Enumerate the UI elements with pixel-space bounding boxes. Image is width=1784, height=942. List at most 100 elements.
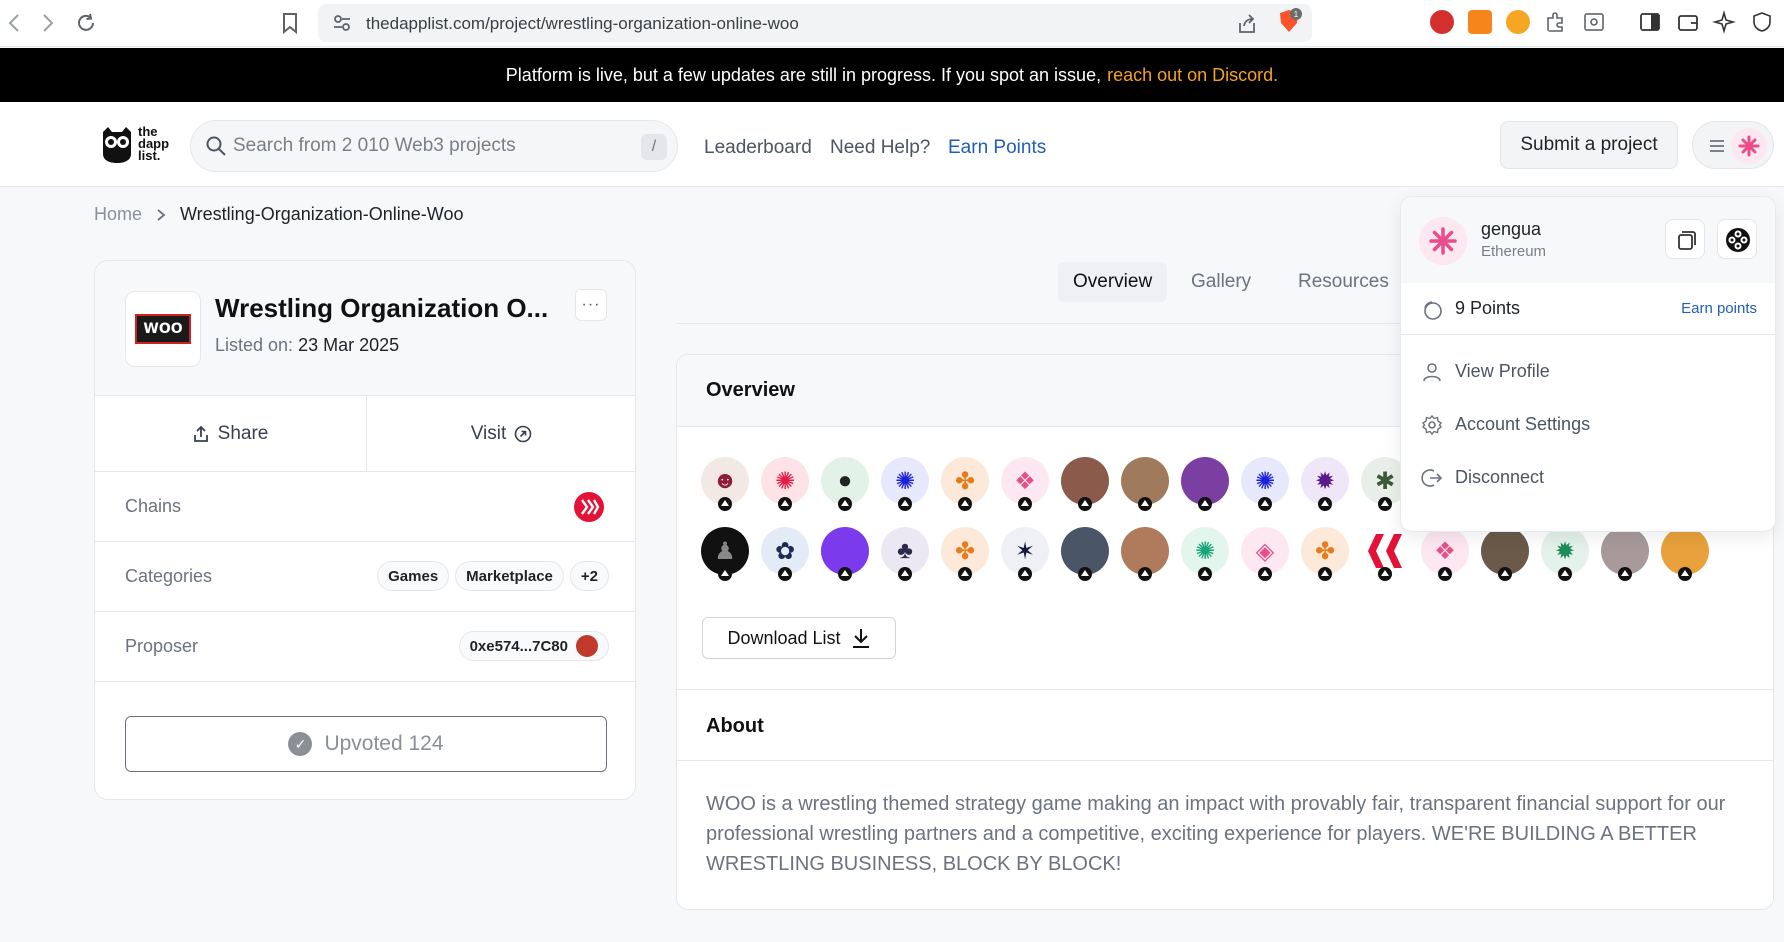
search-box[interactable]: / [190, 120, 678, 172]
leo-ai-icon[interactable] [1712, 10, 1736, 34]
vpn-shield-icon[interactable] [1750, 10, 1774, 34]
wallet-icon[interactable] [1676, 10, 1700, 34]
nav-leaderboard[interactable]: Leaderboard [704, 137, 812, 159]
upvoter-avatar[interactable] [1601, 527, 1649, 581]
discord-link[interactable]: reach out on Discord. [1107, 65, 1278, 86]
external-link-icon [514, 425, 532, 443]
account-chain: Ethereum [1481, 243, 1547, 260]
category-chip[interactable]: Marketplace [455, 561, 564, 591]
divider [677, 760, 1773, 761]
upvote-label: Upvoted 124 [324, 732, 444, 755]
logout-icon [1421, 469, 1443, 487]
upvoter-avatar[interactable] [1061, 527, 1109, 581]
upvoter-avatar[interactable]: ♣ [881, 527, 929, 581]
owl-logo-icon [103, 127, 131, 163]
brave-shield-icon[interactable]: 1 [1276, 8, 1302, 34]
upvoter-avatar[interactable]: ❖ [1421, 527, 1469, 581]
address-bar[interactable]: thedapplist.com/project/wrestling-organi… [318, 4, 1312, 42]
project-logo: WOO [125, 291, 201, 367]
site-logo[interactable]: the dapp list. [98, 124, 178, 168]
upvoter-avatar[interactable]: ✤ [1301, 527, 1349, 581]
upvoter-avatar[interactable] [1121, 457, 1169, 511]
upvoter-avatar[interactable]: ◈ [1241, 527, 1289, 581]
project-title: Wrestling Organization O... [215, 293, 549, 323]
breadcrumb-home[interactable]: Home [94, 204, 142, 225]
download-label: Download List [727, 627, 841, 648]
proposer-chip[interactable]: 0xe574...7C80 [458, 631, 609, 661]
upvoter-avatar[interactable] [1661, 527, 1709, 581]
puzzle-icon[interactable] [1544, 10, 1568, 34]
share-button[interactable]: Share [95, 396, 365, 472]
user-avatar [1731, 128, 1767, 164]
hamburger-icon [1710, 140, 1724, 152]
upvoter-avatar[interactable]: ✶ [1001, 527, 1049, 581]
browser-toolbar: thedapplist.com/project/wrestling-organi… [0, 0, 1784, 47]
announcement-bar: Platform is live, but a few updates are … [0, 48, 1784, 102]
reload-icon[interactable] [72, 9, 100, 37]
upvoter-avatar[interactable] [821, 527, 869, 581]
download-list-button[interactable]: Download List [702, 617, 896, 659]
upvoter-avatar[interactable]: ❖ [1001, 457, 1049, 511]
more-options-button[interactable]: ··· [575, 289, 607, 321]
categories-row: Categories Games Marketplace +2 [95, 542, 635, 612]
upvoter-avatar[interactable]: ✿ [761, 527, 809, 581]
listed-label: Listed on: [215, 335, 294, 355]
menu-item-view-profile[interactable]: View Profile [1401, 347, 1775, 397]
user-menu-toggle[interactable] [1692, 121, 1774, 169]
svg-text:1: 1 [1294, 10, 1299, 19]
search-input[interactable] [233, 131, 613, 161]
upvoter-avatar[interactable]: ☻ [701, 457, 749, 511]
visit-button[interactable]: Visit [366, 396, 635, 472]
menu-item-label: Account Settings [1455, 414, 1591, 434]
breadcrumb-current: Wrestling-Organization-Online-Woo [180, 204, 464, 224]
divider [677, 689, 1773, 690]
tab-resources[interactable]: Resources [1283, 262, 1404, 302]
nav-earn-points[interactable]: Earn Points [948, 137, 1046, 159]
bookmark-icon[interactable] [276, 9, 304, 37]
extension-icon[interactable] [1430, 10, 1454, 34]
upvoter-avatar[interactable] [1181, 457, 1229, 511]
upvote-button[interactable]: ✓ Upvoted 124 [125, 716, 607, 772]
upvoter-avatar[interactable]: ✤ [941, 527, 989, 581]
menu-item-account-settings[interactable]: Account Settings [1401, 400, 1775, 450]
about-title: About [706, 715, 764, 737]
upvoter-avatar[interactable]: ✹ [1301, 457, 1349, 511]
forward-icon[interactable] [34, 9, 62, 37]
upvoter-avatar[interactable]: ✹ [1541, 527, 1589, 581]
submit-project-button[interactable]: Submit a project [1500, 121, 1678, 169]
upvoter-avatar[interactable] [1121, 527, 1169, 581]
site-settings-icon[interactable] [332, 13, 352, 33]
search-shortcut-key: / [641, 134, 667, 160]
hive-chain-icon[interactable] [573, 491, 605, 523]
fire-extension-icon[interactable] [1506, 10, 1530, 34]
upvoter-avatar[interactable] [1361, 527, 1409, 581]
category-chip[interactable]: Games [377, 561, 450, 591]
menu-item-disconnect[interactable]: Disconnect [1401, 453, 1775, 503]
upvoter-avatar[interactable]: ✤ [941, 457, 989, 511]
upvoter-avatar[interactable]: ✺ [881, 457, 929, 511]
nav-need-help[interactable]: Need Help? [830, 137, 930, 159]
announcement-text: Platform is live, but a few updates are … [505, 64, 1102, 85]
earn-points-link[interactable]: Earn points [1681, 300, 1757, 317]
reader-icon[interactable] [1582, 10, 1606, 34]
upvoter-avatar[interactable]: ✺ [1241, 457, 1289, 511]
user-icon [1423, 363, 1441, 382]
upvoter-avatar[interactable]: ✺ [1181, 527, 1229, 581]
copy-address-button[interactable] [1665, 219, 1705, 259]
tab-gallery[interactable]: Gallery [1176, 262, 1266, 302]
upvoter-avatar[interactable] [1481, 527, 1529, 581]
share-page-icon[interactable] [1236, 13, 1258, 35]
menu-item-label: View Profile [1455, 361, 1550, 381]
url-text[interactable]: thedapplist.com/project/wrestling-organi… [366, 14, 799, 34]
upvoter-avatar[interactable]: ● [821, 457, 869, 511]
tab-overview[interactable]: Overview [1058, 262, 1168, 302]
metamask-icon[interactable] [1468, 10, 1492, 34]
back-icon[interactable] [0, 9, 28, 37]
upvoter-avatar[interactable]: ♟ [701, 527, 749, 581]
sidebar-icon[interactable] [1638, 10, 1662, 34]
upvoter-avatar[interactable] [1061, 457, 1109, 511]
upvoter-avatar[interactable]: ✺ [761, 457, 809, 511]
network-button[interactable] [1717, 219, 1757, 259]
category-more-chip[interactable]: +2 [569, 561, 609, 591]
categories-label: Categories [125, 566, 213, 586]
